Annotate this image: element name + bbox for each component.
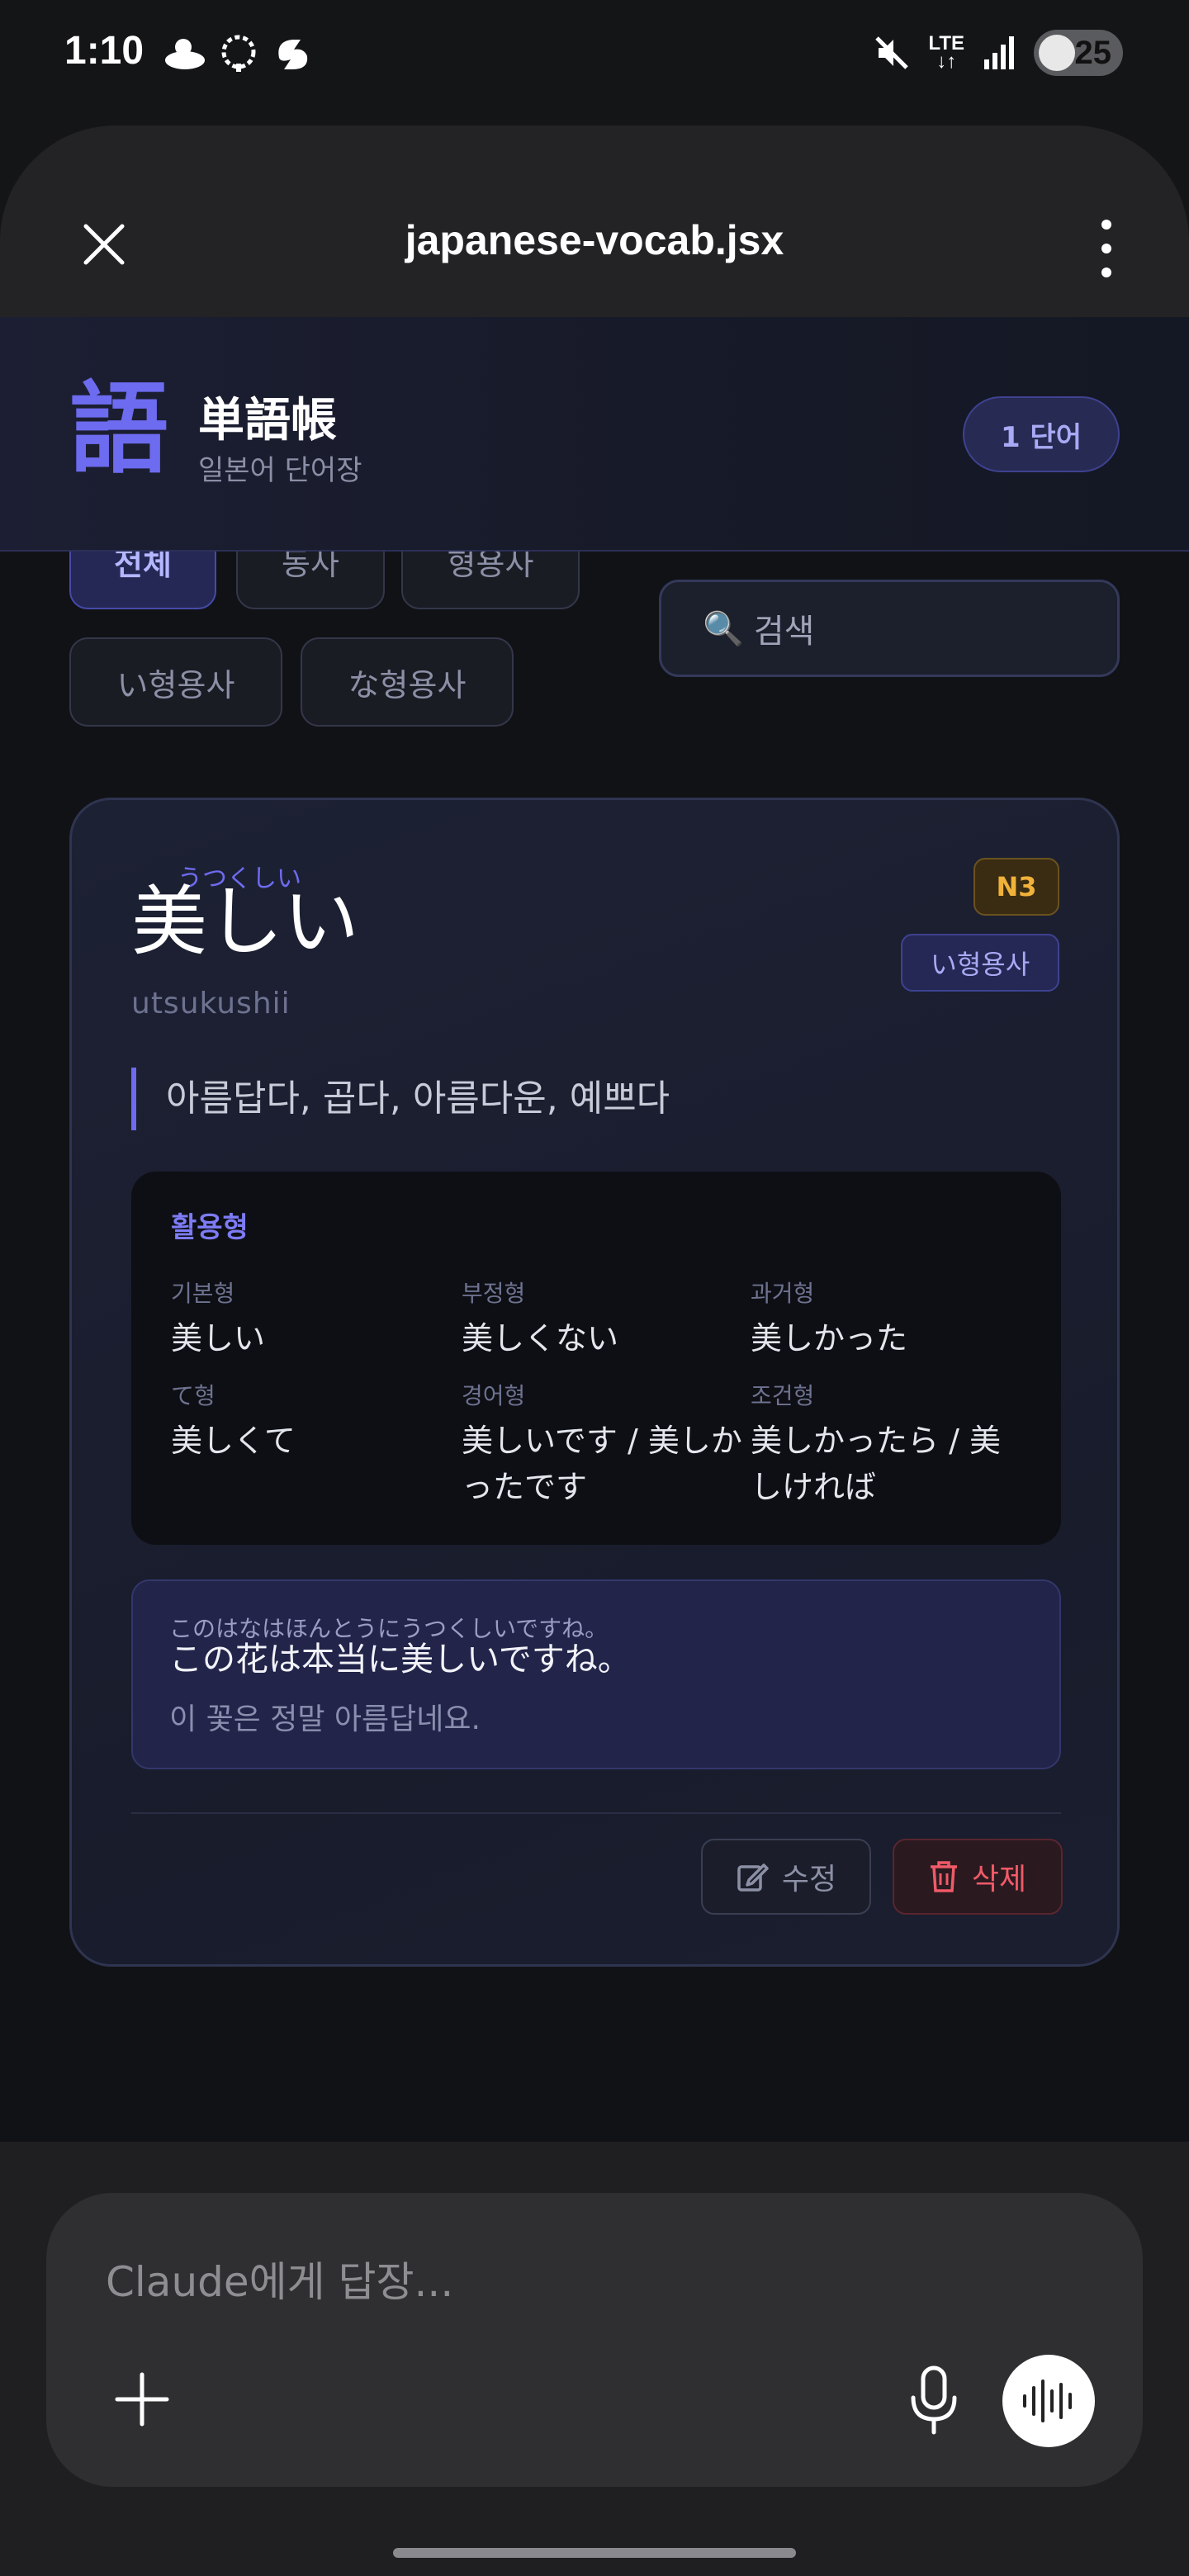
microphone-icon[interactable] — [905, 2363, 963, 2437]
conjugation-cell: 조건형 美しかったら / 美しければ — [751, 1382, 1001, 1505]
example-korean: 이 꽃은 정말 아름답네요. — [169, 1702, 481, 1736]
conjugation-cell: 경어형 美しいです / 美しかったです — [462, 1382, 742, 1505]
delete-button[interactable]: 삭제 — [893, 1839, 1063, 1915]
more-vertical-icon[interactable] — [1097, 220, 1116, 277]
filter-chip-i-adjective[interactable]: い형용사 — [69, 637, 282, 727]
app-logo: 語 — [69, 372, 168, 487]
sync-icon — [278, 40, 308, 69]
search-placeholder: 검색 — [753, 613, 815, 651]
card-divider — [131, 1812, 1061, 1814]
word-meaning: 아름답다, 곱다, 아름다운, 예쁘다 — [131, 1068, 670, 1130]
status-right-icons: LTE ↓↑ 25 — [874, 30, 1123, 76]
app-header: 語 単語帳 일본어 단어장 1 단어 — [0, 317, 1189, 552]
app-title: 単語帳 — [198, 394, 337, 447]
mute-icon — [875, 36, 909, 69]
status-left-icons — [162, 33, 315, 74]
home-indicator[interactable] — [393, 2548, 796, 2558]
plus-icon[interactable] — [109, 2366, 175, 2432]
conjugation-cell: 기본형 美しい — [171, 1280, 266, 1357]
battery-icon: 25 — [1034, 30, 1123, 76]
word-kanji: 美しい — [131, 878, 360, 966]
signal-icon — [984, 36, 1014, 69]
word-romaji: utsukushii — [131, 987, 291, 1020]
cloud-sun-icon — [165, 39, 205, 69]
filter-chip-na-adjective[interactable]: な형용사 — [301, 637, 514, 727]
word-card: うつくしい 美しい utsukushii N3 い형용사 아름답다, 곱다, 아… — [69, 798, 1120, 1967]
reply-box[interactable]: Claude에게 답장... — [46, 2193, 1143, 2487]
brain-icon — [221, 35, 256, 72]
conjugation-panel: 활용형 기본형 美しい 부정형 美しくない 과거형 美しかった て형 美しくて … — [131, 1172, 1061, 1545]
example-japanese: この花は本当に美しいですね。 — [169, 1641, 631, 1679]
edit-button[interactable]: 수정 — [701, 1839, 871, 1915]
status-time: 1:10 — [64, 29, 144, 73]
conjugation-cell: 과거형 美しかった — [751, 1280, 908, 1357]
edit-icon — [737, 1863, 769, 1892]
file-title: japanese-vocab.jsx — [405, 217, 784, 263]
jlpt-level-badge: N3 — [973, 858, 1059, 916]
word-count-badge: 1 단어 — [962, 396, 1120, 472]
app-subtitle: 일본어 단어장 — [198, 454, 362, 487]
reply-input[interactable]: Claude에게 답장... — [106, 2249, 453, 2308]
conjugation-cell: 부정형 美しくない — [462, 1280, 619, 1357]
vocab-app: 語 単語帳 일본어 단어장 1 단어 전체 동사 형용사 い형용사 な형용사 🔍… — [0, 317, 1189, 2142]
status-bar: 1:10 LTE ↓↑ 25 — [0, 0, 1189, 116]
waveform-icon — [1023, 2379, 1072, 2422]
network-type: LTE ↓↑ — [928, 32, 964, 73]
word-type-badge: い형용사 — [901, 934, 1059, 992]
voice-mode-button[interactable] — [1002, 2355, 1095, 2447]
conjugation-cell: て형 美しくて — [171, 1382, 296, 1459]
conjugation-title: 활용형 — [171, 1211, 249, 1244]
trash-icon — [930, 1861, 957, 1892]
example-sentence: このはなはほんとうにうつくしいですね。 この花は本当に美しいですね。 이 꽃은 … — [131, 1579, 1061, 1769]
search-input[interactable]: 🔍 검색 — [659, 580, 1120, 677]
search-icon: 🔍 — [703, 609, 744, 648]
